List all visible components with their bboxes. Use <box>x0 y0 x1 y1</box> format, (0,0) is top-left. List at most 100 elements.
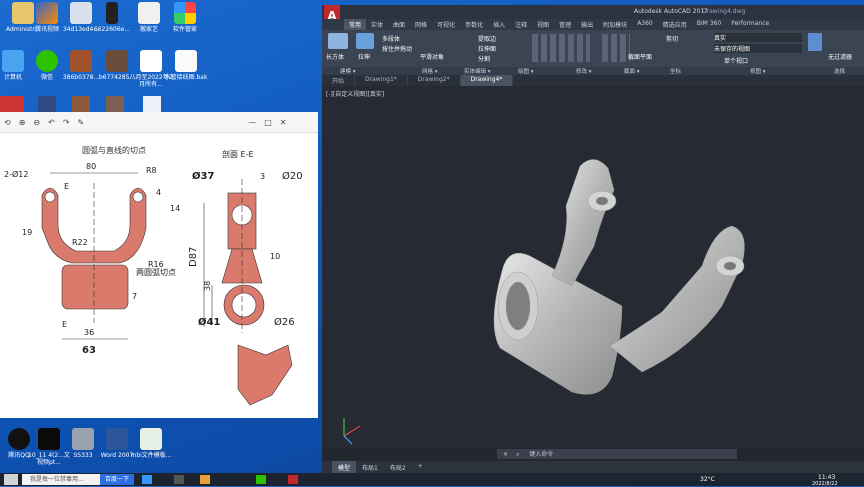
named-view-dropdown[interactable]: 未保存的视图 <box>714 44 802 53</box>
command-input[interactable]: 键入命令 <box>529 451 553 458</box>
undo-icon[interactable]: ↶ <box>48 118 55 127</box>
tab-a360[interactable]: A360 <box>632 19 658 30</box>
autocad-window: A Autodesk AutoCAD 2017 Drawing4.dwg 常用 … <box>322 5 864 473</box>
taskbar-app-icon-k[interactable] <box>174 475 184 484</box>
panel-selection[interactable]: 选择 <box>834 67 845 75</box>
title-bar: A Autodesk AutoCAD 2017 Drawing4.dwg <box>322 5 864 31</box>
video-app-icon <box>36 2 58 24</box>
app-title: Autodesk AutoCAD 2017 <box>634 8 708 15</box>
presspull-button[interactable]: 按住并拖动 <box>382 44 412 53</box>
tab-visualize[interactable]: 可视化 <box>432 19 460 30</box>
image-viewer-window: ⟲ ⊕ ⊖ ↶ ↷ ✎ — □ ✕ 圆弧与直线的切点 剖面 E-E 两圆弧切点 … <box>0 112 318 418</box>
document-icon <box>138 2 160 24</box>
tab-manage[interactable]: 管理 <box>554 19 576 30</box>
image-file-icon <box>106 50 128 72</box>
start-button-icon[interactable] <box>4 474 18 485</box>
taskbar-app-icon-autocad[interactable] <box>288 475 298 484</box>
rotate-icon[interactable]: ⟲ <box>4 118 11 127</box>
close-command-icon[interactable]: ✕ <box>503 451 508 458</box>
tab-mesh[interactable]: 网格 <box>410 19 432 30</box>
panel-section[interactable]: 截面 ▾ <box>624 67 640 75</box>
section-plane-button[interactable]: 截面平面 <box>628 52 652 61</box>
visual-style-dropdown[interactable]: 真实 <box>714 33 802 42</box>
no-filter-button[interactable]: 无过滤器 <box>828 52 852 61</box>
taskbar-search-input[interactable]: 我是每一位禁毒用... <box>22 474 104 485</box>
dim-38: 38 <box>203 281 212 291</box>
maximize-icon[interactable]: □ <box>264 118 272 127</box>
panel-mesh[interactable]: 网格 ▾ <box>422 67 438 75</box>
separate-button[interactable]: 分割 <box>478 54 490 63</box>
tab-annotate[interactable]: 注释 <box>510 19 532 30</box>
dim-36: 36 <box>84 328 94 337</box>
extract-edges-button[interactable]: 提取边 <box>478 34 496 43</box>
search-button[interactable]: 百度一下 <box>100 474 134 485</box>
add-layout-button[interactable]: + <box>412 461 429 473</box>
zoom-out-icon[interactable]: ⊖ <box>33 118 40 127</box>
draw-tools-icon <box>532 34 590 62</box>
extrude-faces-button[interactable]: 拉伸面 <box>478 44 496 53</box>
zoom-in-icon[interactable]: ⊕ <box>19 118 26 127</box>
dim-10: 10 <box>270 252 280 261</box>
taskbar-app-icon-browser[interactable] <box>142 475 152 484</box>
desktop-icon-bak-file[interactable]: 水管接线图.bak <box>163 50 209 81</box>
extrude-button[interactable]: 拉伸 <box>358 52 370 61</box>
dim-d87: D87 <box>188 247 199 267</box>
panel-solid-editing[interactable]: 实体编辑 ▾ <box>464 67 491 75</box>
model-viewport[interactable]: [-][自定义视图][真实] <box>322 86 864 448</box>
clock-date[interactable]: 2022/8/22 <box>812 481 838 487</box>
smooth-object-button[interactable]: 平滑对象 <box>420 52 444 61</box>
tab-insert[interactable]: 插入 <box>488 19 510 30</box>
command-line[interactable]: ✕ ⌕ 键入命令 <box>497 449 737 459</box>
redo-icon[interactable]: ↷ <box>63 118 70 127</box>
software-manager-icon <box>174 2 196 24</box>
layout-tab-2[interactable]: 布局2 <box>384 461 412 473</box>
tab-parametric[interactable]: 参数化 <box>460 19 488 30</box>
taskbar-app-icon-wechat[interactable] <box>256 475 266 484</box>
tab-output[interactable]: 输出 <box>576 19 598 30</box>
tab-view[interactable]: 视图 <box>532 19 554 30</box>
desktop-icon-excel[interactable]: mbi文件模板... <box>128 428 174 459</box>
engineering-drawing: 圆弧与直线的切点 剖面 E-E 两圆弧切点 2-Ø12 80 R8 E 4 14… <box>4 145 303 406</box>
tab-performance[interactable]: Performance <box>726 19 774 30</box>
layout-tab-1[interactable]: 布局1 <box>356 461 384 473</box>
panel-coordinates[interactable]: 坐标 <box>670 67 681 75</box>
tab-bim360[interactable]: BIM 360 <box>692 19 726 30</box>
clip-button[interactable]: 剪切 <box>666 34 678 43</box>
ribbon-tabs: 常用 实体 曲面 网格 可视化 参数化 插入 注释 视图 管理 输出 附加模块 … <box>322 19 864 30</box>
taskbar-app-icon-folder[interactable] <box>200 475 210 484</box>
tab-addins[interactable]: 附加模块 <box>598 19 632 30</box>
tab-surface[interactable]: 曲面 <box>388 19 410 30</box>
weather-text[interactable]: 32°C <box>700 476 715 483</box>
panel-modify[interactable]: 修改 ▾ <box>576 67 592 75</box>
single-viewport-button[interactable]: 单个视口 <box>724 56 748 65</box>
search-icon[interactable]: ⌕ <box>516 451 519 458</box>
document-tabs: 开始 Drawing1* Drawing2* Drawing4* <box>322 75 864 86</box>
doc-tab-drawing2[interactable]: Drawing2* <box>408 75 461 86</box>
document-title: Drawing4.dwg <box>702 8 746 15</box>
layout-tab-model[interactable]: 模型 <box>332 461 357 473</box>
wechat-icon <box>36 50 58 72</box>
dim-d41: Ø41 <box>198 316 220 328</box>
3d-part-model <box>343 159 745 445</box>
tab-home[interactable]: 常用 <box>344 19 367 30</box>
doc-tab-start[interactable]: 开始 <box>322 75 356 86</box>
box-button[interactable]: 长方体 <box>326 52 344 61</box>
panel-draw[interactable]: 绘图 ▾ <box>518 67 534 75</box>
edit-icon[interactable]: ✎ <box>78 118 85 127</box>
panel-modeling[interactable]: 建模 ▾ <box>340 67 356 75</box>
doc-tab-drawing1[interactable]: Drawing1* <box>355 75 408 86</box>
minimize-icon[interactable]: — <box>248 118 256 127</box>
gizmo-icon[interactable] <box>808 33 822 51</box>
dim-d26: Ø26 <box>274 316 295 328</box>
clock-time[interactable]: 11:43 <box>818 474 835 481</box>
ribbon-panel-names: 建模 ▾ 网格 ▾ 实体编辑 ▾ 绘图 ▾ 修改 ▾ 截面 ▾ 坐标 视图 ▾ … <box>322 67 864 75</box>
tab-featured-apps[interactable]: 精选应用 <box>658 19 692 30</box>
close-icon[interactable]: ✕ <box>280 118 287 127</box>
tab-solid[interactable]: 实体 <box>366 19 388 30</box>
polysolid-button[interactable]: 多段体 <box>382 34 400 43</box>
doc-tab-drawing4[interactable]: Drawing4* <box>460 75 514 86</box>
box-icon <box>328 33 348 49</box>
desktop-icon-software-manager[interactable]: 软件管家 <box>162 2 208 33</box>
layout-tabs: 模型 布局1 布局2 + <box>322 461 864 473</box>
panel-view[interactable]: 视图 ▾ <box>750 67 766 75</box>
